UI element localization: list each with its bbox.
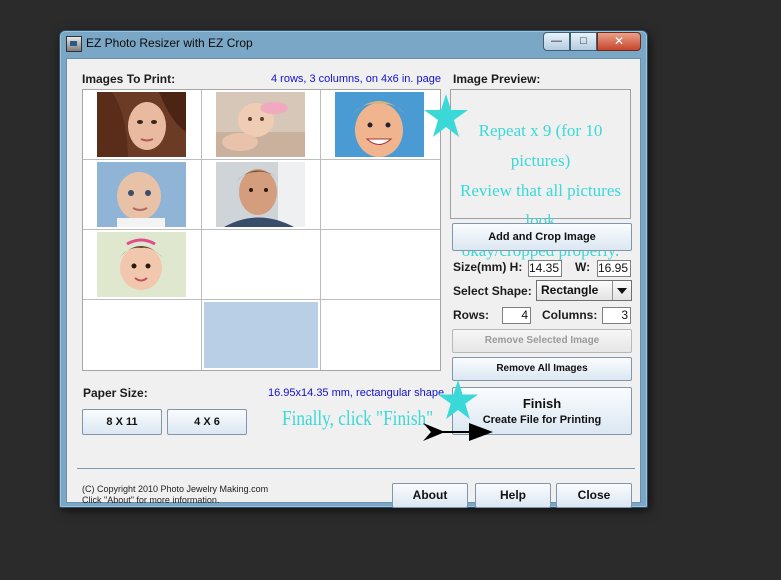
grid-cell-1[interactable] — [83, 90, 202, 160]
client-area: Images To Print: 4 rows, 3 columns, on 4… — [66, 58, 641, 508]
app-icon — [66, 36, 82, 52]
grid-cell-10[interactable] — [83, 300, 202, 370]
photo-thumbnail — [216, 92, 305, 157]
close-window-button[interactable]: ✕ — [597, 32, 641, 51]
size-label: Size(mm) H: — [453, 260, 523, 274]
grid-cell-11-selected[interactable] — [202, 300, 321, 370]
annotation-finish: Finally, click "Finish" — [282, 406, 434, 430]
rows-label: Rows: — [453, 308, 489, 322]
app-window: EZ Photo Resizer with EZ Crop — □ ✕ Imag… — [59, 30, 648, 508]
window-title: EZ Photo Resizer with EZ Crop — [86, 36, 253, 50]
star-annotation-icon — [437, 379, 479, 420]
arrow-right-icon — [423, 423, 493, 441]
columns-field[interactable]: 3 — [602, 307, 631, 324]
grid-cell-8[interactable] — [202, 230, 321, 300]
photo-thumbnail — [97, 92, 186, 157]
image-grid — [82, 89, 441, 371]
remove-all-images-button[interactable]: Remove All Images — [452, 357, 632, 381]
copyright: (C) Copyright 2010 Photo Jewelry Making.… — [82, 484, 268, 506]
copyright-line: (C) Copyright 2010 Photo Jewelry Making.… — [82, 484, 269, 494]
layout-info: 4 rows, 3 columns, on 4x6 in. page — [271, 73, 441, 85]
grid-cell-5[interactable] — [202, 160, 321, 230]
grid-cell-9[interactable] — [321, 230, 440, 300]
about-button[interactable]: About — [392, 483, 468, 508]
title-bar[interactable]: EZ Photo Resizer with EZ Crop — □ ✕ — [60, 31, 647, 55]
columns-label: Columns: — [542, 308, 598, 322]
chevron-down-icon[interactable] — [612, 281, 631, 300]
grid-cell-2[interactable] — [202, 90, 321, 160]
image-preview-label: Image Preview: — [453, 72, 541, 86]
image-preview: Repeat x 9 (for 10 pictures) Review that… — [450, 89, 631, 260]
shape-selected-value: Rectangle — [541, 283, 599, 297]
paper-8x11-button[interactable]: 8 X 11 — [82, 409, 162, 435]
grid-cell-7[interactable] — [83, 230, 202, 300]
remove-selected-image-button[interactable]: Remove Selected Image — [452, 329, 632, 353]
width-label: W: — [575, 260, 591, 274]
annotation-repeat: Repeat x 9 (for 10 pictures) — [478, 121, 603, 170]
paper-4x6-button[interactable]: 4 X 6 — [167, 409, 247, 435]
select-shape-label: Select Shape: — [453, 284, 532, 298]
add-crop-image-button[interactable]: Add and Crop Image — [452, 223, 632, 251]
photo-thumbnail — [216, 162, 305, 227]
photo-thumbnail — [335, 92, 424, 157]
paper-size-label: Paper Size: — [83, 386, 148, 400]
shape-select[interactable]: Rectangle — [536, 280, 632, 301]
about-hint: Click "About" for more information. — [82, 495, 220, 505]
close-button[interactable]: Close — [556, 483, 632, 508]
photo-thumbnail — [97, 162, 186, 227]
rows-field[interactable]: 4 — [502, 307, 531, 324]
paper-info: 16.95x14.35 mm, rectangular shape — [268, 387, 445, 399]
grid-cell-12[interactable] — [321, 300, 440, 370]
minimize-button[interactable]: — — [543, 32, 570, 51]
images-to-print-label: Images To Print: — [82, 72, 176, 86]
separator — [77, 468, 635, 469]
maximize-button[interactable]: □ — [570, 32, 597, 51]
width-field[interactable]: 16.95 — [597, 260, 631, 277]
grid-cell-4[interactable] — [83, 160, 202, 230]
help-button[interactable]: Help — [475, 483, 551, 508]
selected-cell-highlight — [204, 302, 318, 368]
grid-cell-6[interactable] — [321, 160, 440, 230]
finish-button-title: Finish — [522, 396, 562, 411]
photo-thumbnail — [97, 232, 186, 297]
star-annotation-icon — [424, 94, 468, 137]
height-field[interactable]: 14.35 — [528, 260, 562, 277]
